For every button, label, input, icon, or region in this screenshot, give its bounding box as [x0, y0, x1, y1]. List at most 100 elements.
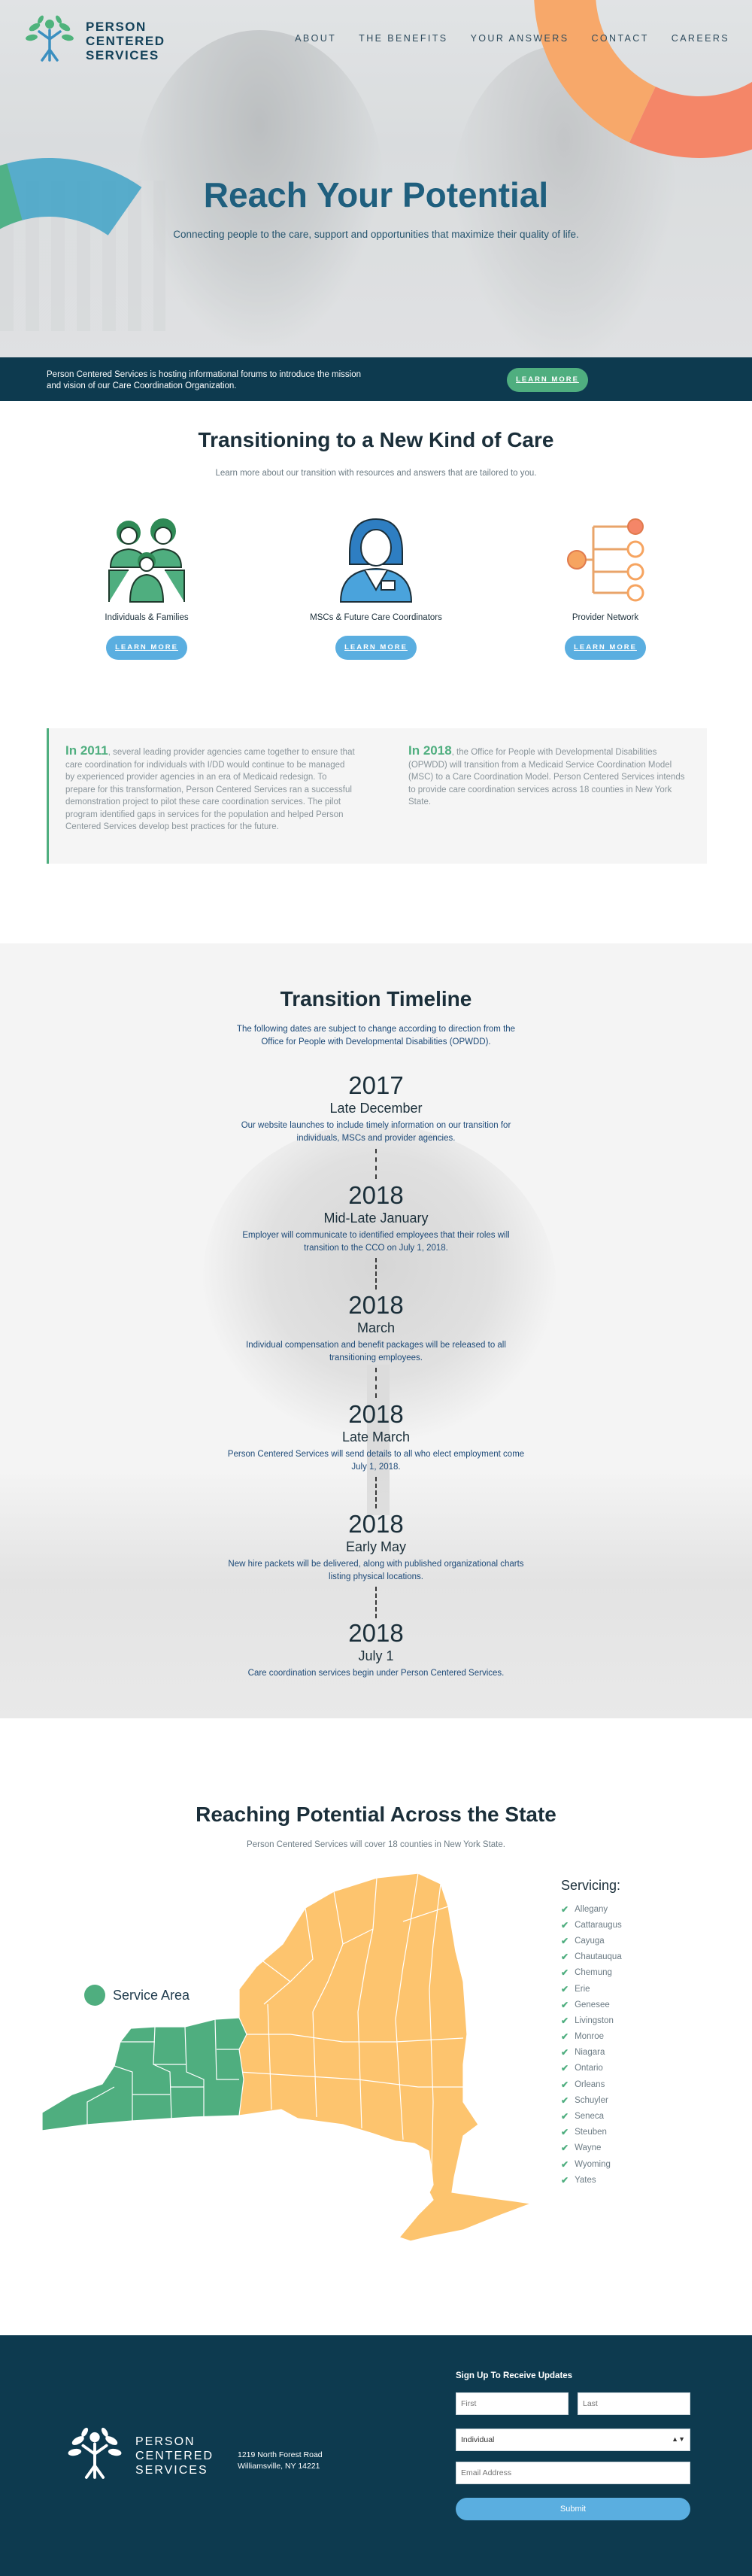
- timeline-when: Late March: [341, 1429, 411, 1444]
- provider-learn-more-button[interactable]: LEARN MORE: [565, 636, 646, 660]
- history-2011-text: , several leading provider agencies came…: [65, 748, 355, 831]
- timeline-year: 2018: [348, 1400, 404, 1428]
- first-name-input[interactable]: [456, 2392, 569, 2415]
- check-icon: ✔: [561, 2063, 569, 2074]
- check-icon: ✔: [561, 2158, 569, 2170]
- footer-logo-text: PERSON CENTERED SERVICES: [135, 2435, 218, 2477]
- logo-line-3: SERVICES: [86, 47, 159, 62]
- select-caret-icon: ▲▼: [672, 2435, 685, 2443]
- check-icon: ✔: [561, 1935, 569, 1946]
- mscs-learn-more-button[interactable]: LEARN MORE: [335, 636, 417, 660]
- timeline-year: 2018: [348, 1291, 404, 1319]
- banner-text: Person Centered Services is hosting info…: [47, 370, 362, 390]
- servicing-list: Servicing: ✔ Allegany ✔ Cattaraugus ✔ Cayug…: [561, 1878, 622, 2188]
- map-title: Reaching Potential Across the State: [196, 1803, 556, 1826]
- last-name-input[interactable]: [578, 2392, 690, 2415]
- county-name: Steuben: [575, 2128, 607, 2137]
- footer-address: 1219 North Forest Road Williamsville, NY…: [238, 2450, 323, 2472]
- county-item: ✔ Yates: [561, 2172, 622, 2188]
- timeline-connector: [375, 1258, 377, 1290]
- county-name: Chautauqua: [575, 1952, 622, 1962]
- timeline-item: 2017 Late December Our website launches …: [226, 1071, 526, 1144]
- timeline-when: Late December: [329, 1101, 423, 1116]
- site-logo[interactable]: PERSON CENTERED SERVICES: [23, 14, 168, 68]
- history-2018: In 2018, the Office for People with Deve…: [408, 744, 690, 809]
- check-icon: ✔: [561, 2127, 569, 2138]
- family-icon: [108, 518, 185, 603]
- county-name: Niagara: [575, 2048, 605, 2058]
- county-item: ✔ Cayuga: [561, 1933, 622, 1949]
- check-icon: ✔: [561, 1967, 569, 1979]
- page: PERSON CENTERED SERVICES ABOUT THE BENEF…: [0, 0, 752, 2576]
- check-icon: ✔: [561, 1952, 569, 1963]
- timeline-connector: [375, 1477, 377, 1508]
- timeline-desc: Care coordination services begin under P…: [247, 1669, 505, 1678]
- announcement-banner: Person Centered Services is hosting info…: [0, 357, 752, 401]
- timeline-connector: [375, 1368, 377, 1398]
- history-2011: In 2011, several leading provider agenci…: [65, 744, 355, 834]
- hero-title: Reach Your Potential: [203, 175, 549, 214]
- county-item: ✔ Orleans: [561, 2076, 622, 2092]
- county-item: ✔ Steuben: [561, 2125, 622, 2140]
- timeline-when: Mid-Late January: [323, 1211, 429, 1226]
- county-item: ✔ Livingston: [561, 2012, 622, 2028]
- timeline-item: 2018 July 1 Care coordination services b…: [226, 1619, 526, 1680]
- county-item: ✔ Niagara: [561, 2045, 622, 2061]
- signup-form: Sign Up To Receive Updates Individual ▲▼…: [456, 2371, 690, 2520]
- timeline-when: Early May: [345, 1539, 406, 1554]
- footer-logo[interactable]: PERSON CENTERED SERVICES: [65, 2426, 218, 2486]
- logo-text: PERSON CENTERED SERVICES: [86, 20, 168, 62]
- nav-careers[interactable]: CAREERS: [672, 33, 729, 44]
- county-item: ✔ Wyoming: [561, 2156, 622, 2172]
- county-name: Yates: [575, 2175, 596, 2185]
- county-list: ✔ Allegany ✔ Cattaraugus ✔ Cayuga ✔ Chautauq…: [561, 1901, 622, 2188]
- footer-logo-line-1: PERSON: [135, 2435, 196, 2448]
- site-footer: PERSON CENTERED SERVICES 1219 North Fore…: [0, 2335, 752, 2576]
- address-line-2: Williamsville, NY 14221: [238, 2462, 320, 2471]
- nav-about[interactable]: ABOUT: [295, 33, 336, 44]
- name-row: [456, 2392, 690, 2415]
- county-name: Chemung: [575, 1968, 612, 1978]
- county-item: ✔ Seneca: [561, 2108, 622, 2124]
- type-select-value: Individual: [461, 2435, 495, 2444]
- banner-learn-more-button[interactable]: LEARN MORE: [507, 368, 588, 392]
- timeline-desc: Individual compensation and benefit pack…: [246, 1341, 506, 1362]
- check-icon: ✔: [561, 2015, 569, 2026]
- county-item: ✔ Chautauqua: [561, 1949, 622, 1965]
- nav-contact[interactable]: CONTACT: [591, 33, 648, 44]
- check-icon: ✔: [561, 2111, 569, 2122]
- map-service-counties: [42, 2017, 247, 2131]
- check-icon: ✔: [561, 2031, 569, 2043]
- county-name: Ontario: [575, 2064, 603, 2073]
- timeline-desc: New hire packets will be delivered, alon…: [228, 1560, 524, 1581]
- email-input[interactable]: [456, 2462, 690, 2484]
- timeline-when: July 1: [358, 1648, 394, 1663]
- timeline-desc: Our website launches to include timely i…: [241, 1121, 511, 1143]
- nav-your-answers[interactable]: YOUR ANSWERS: [471, 33, 569, 44]
- type-select[interactable]: Individual ▲▼: [456, 2429, 690, 2451]
- timeline-year: 2017: [348, 1071, 404, 1099]
- county-item: ✔ Wayne: [561, 2140, 622, 2156]
- submit-button[interactable]: Submit: [456, 2498, 690, 2520]
- card-label: MSCs & Future Care Coordinators: [310, 613, 442, 622]
- network-icon: [567, 518, 644, 602]
- timeline-year: 2018: [348, 1619, 404, 1647]
- hero: PERSON CENTERED SERVICES ABOUT THE BENEF…: [0, 0, 752, 357]
- county-name: Monroe: [575, 2032, 605, 2042]
- nav-the-benefits[interactable]: THE BENEFITS: [359, 33, 447, 44]
- timeline-item: 2018 March Individual compensation and b…: [226, 1291, 526, 1364]
- card-individuals-families: Individuals & Families LEARN MORE: [34, 514, 259, 660]
- check-icon: ✔: [561, 2079, 569, 2090]
- timeline-desc: Employer will communicate to identified …: [242, 1231, 510, 1253]
- individuals-learn-more-button[interactable]: LEARN MORE: [106, 636, 187, 660]
- county-name: Cayuga: [575, 1936, 605, 1946]
- county-name: Allegany: [575, 1904, 608, 1914]
- county-name: Livingston: [575, 2016, 614, 2025]
- timeline-title: Transition Timeline: [280, 987, 472, 1010]
- main-nav: ABOUT THE BENEFITS YOUR ANSWERS CONTACT …: [295, 33, 729, 44]
- card-provider-network: Provider Network LEARN MORE: [493, 514, 718, 660]
- timeline-item: 2018 Early May New hire packets will be …: [226, 1510, 526, 1583]
- legend-label: Service Area: [113, 1987, 190, 2003]
- tree-person-icon: [26, 15, 74, 62]
- county-name: Genesee: [575, 2000, 610, 2009]
